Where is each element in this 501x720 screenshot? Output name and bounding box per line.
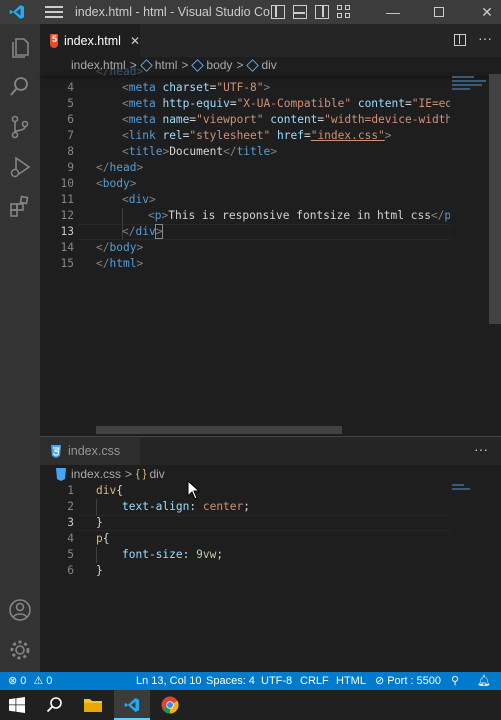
windows-start-icon[interactable] <box>9 697 25 713</box>
search-icon[interactable] <box>46 696 63 713</box>
chrome-icon[interactable] <box>161 696 179 714</box>
more-actions-icon[interactable]: ··· <box>474 441 488 457</box>
breadcrumb-file[interactable]: index.css <box>71 467 121 481</box>
maximize-button[interactable] <box>425 4 453 20</box>
warning-count: 0 <box>46 674 53 687</box>
vscode-logo-icon <box>9 5 24 19</box>
toggle-secondary-sidebar-icon[interactable] <box>315 5 329 19</box>
close-window-button[interactable]: ✕ <box>473 4 501 21</box>
explorer-icon[interactable] <box>7 34 33 60</box>
vertical-scrollbar[interactable] <box>489 74 501 324</box>
settings-gear-icon[interactable] <box>7 637 33 663</box>
error-icon: ⊗ <box>8 675 18 687</box>
title-bar: index.html - html - Visual Studio Co... … <box>0 0 501 24</box>
cursor-position[interactable]: Ln 13, Col 10 <box>136 675 201 687</box>
broadcast-icon: ⊘ <box>375 675 385 687</box>
tab-index-css[interactable]: index.css <box>40 437 140 465</box>
minimize-button[interactable]: — <box>379 4 407 20</box>
customize-layout-icon[interactable] <box>337 5 351 19</box>
menu-icon[interactable] <box>45 6 63 18</box>
html-tab-bar: index.html ✕ ··· <box>40 24 501 57</box>
error-count: 0 <box>20 674 27 687</box>
account-icon[interactable] <box>7 597 33 623</box>
css-minimap[interactable] <box>452 484 472 490</box>
breadcrumb-div[interactable]: div <box>149 467 164 481</box>
activity-bar <box>0 24 40 672</box>
file-explorer-icon[interactable] <box>84 697 102 712</box>
indentation[interactable]: Spaces: 4 <box>206 675 255 687</box>
encoding[interactable]: UTF-8 <box>261 675 292 687</box>
search-icon[interactable] <box>7 74 33 100</box>
selector-icon: { } <box>136 468 147 480</box>
toggle-panel-icon[interactable] <box>293 5 307 19</box>
vscode-icon <box>124 698 139 712</box>
status-bar: ⊗ 0 ⚠ 0 Ln 13, Col 10 Spaces: 4 UTF-8 CRLF… <box>0 672 501 690</box>
taskbar-vscode[interactable] <box>114 690 150 720</box>
window-title: index.html - html - Visual Studio Co... <box>75 5 271 19</box>
warning-icon: ⚠ <box>33 675 44 687</box>
live-server-port[interactable]: ⊘ Port : 5500 <box>375 674 441 688</box>
tab-close-icon[interactable]: ✕ <box>130 34 140 48</box>
html-code-area[interactable]: </head> 4 <meta charset="UTF-8"> 5 <meta… <box>40 64 450 436</box>
css-file-icon <box>51 444 61 458</box>
language-mode[interactable]: HTML <box>336 675 366 687</box>
problems-indicator[interactable]: ⊗ 0 ⚠ 0 <box>8 674 53 688</box>
html-file-icon <box>50 33 58 48</box>
windows-taskbar <box>0 690 501 720</box>
horizontal-scrollbar[interactable] <box>96 426 342 434</box>
css-tab-bar: index.css ··· <box>40 437 501 465</box>
feedback-icon[interactable]: ⚲ <box>451 674 459 687</box>
minimap[interactable] <box>450 74 490 114</box>
css-file-icon <box>56 467 66 481</box>
run-debug-icon[interactable] <box>7 154 33 180</box>
split-editor-icon[interactable] <box>454 34 466 46</box>
css-breadcrumb: index.css > { } div <box>55 467 165 481</box>
tab-label: index.html <box>63 33 121 48</box>
notifications-bell-icon[interactable]: 🔔︎ <box>477 674 491 687</box>
toggle-sidebar-icon[interactable] <box>271 5 285 19</box>
tab-index-html[interactable]: index.html ✕ <box>40 24 140 57</box>
css-code-area[interactable]: 1 div{ 2 text-align: center; 3 } 4 p{ 5 … <box>40 483 450 583</box>
source-control-icon[interactable] <box>7 114 33 140</box>
line-ending[interactable]: CRLF <box>300 675 329 687</box>
more-actions-icon[interactable]: ··· <box>478 30 492 46</box>
extensions-icon[interactable] <box>7 194 33 220</box>
tab-label: index.css <box>68 444 121 458</box>
